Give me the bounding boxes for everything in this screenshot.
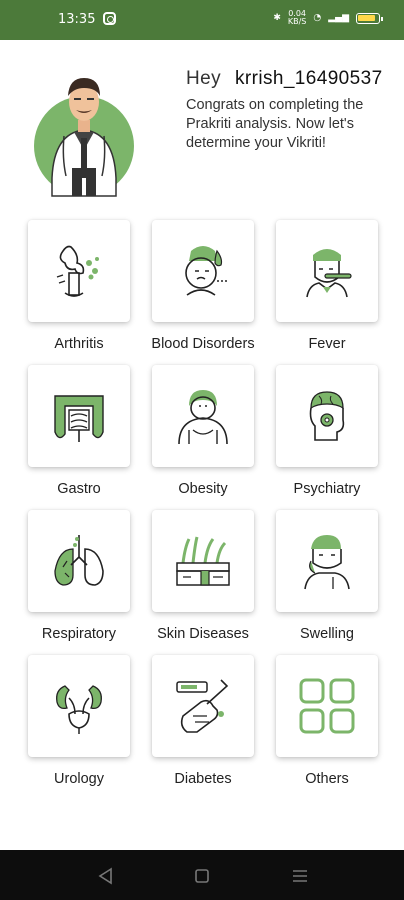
back-icon[interactable] bbox=[96, 866, 116, 886]
greeting-hey: Hey bbox=[186, 68, 221, 89]
category-label: Urology bbox=[54, 771, 104, 787]
category-label: Arthritis bbox=[54, 336, 104, 352]
menu-icon[interactable] bbox=[290, 866, 310, 886]
network-speed: 0.04 KB/S bbox=[287, 9, 307, 26]
category-tile-skin-diseases[interactable] bbox=[152, 510, 254, 612]
status-icons: ✱ 0.04 KB/S ◔ ▂▄▆ bbox=[273, 9, 383, 26]
lungs-icon bbox=[54, 535, 104, 586]
category-tile-fever[interactable] bbox=[276, 220, 378, 322]
joint-icon bbox=[56, 245, 99, 297]
category-tile-diabetes[interactable] bbox=[152, 655, 254, 757]
system-nav-bar bbox=[0, 850, 404, 900]
greeting: Hey krrish_16490537 bbox=[186, 68, 383, 90]
swollen-face-icon bbox=[304, 535, 350, 590]
kidneys-icon bbox=[56, 685, 102, 734]
greeting-message: Congrats on completing the Prakriti anal… bbox=[186, 97, 364, 151]
category-label: Gastro bbox=[57, 481, 101, 497]
brain-head-icon bbox=[309, 391, 345, 441]
blood-drop-icon bbox=[185, 246, 229, 296]
category-label: Psychiatry bbox=[293, 481, 361, 497]
grid-icon bbox=[299, 678, 355, 734]
category-tile-blood-disorders[interactable] bbox=[152, 220, 254, 322]
skin-icon bbox=[176, 536, 230, 586]
signal-icon: ▂▄▆ bbox=[328, 13, 349, 23]
category-tile-others[interactable] bbox=[276, 655, 378, 757]
bluetooth-icon: ✱ bbox=[273, 13, 281, 23]
username: krrish_16490537 bbox=[235, 68, 383, 89]
instagram-icon bbox=[103, 12, 116, 25]
wifi-icon: ◔ bbox=[313, 13, 322, 23]
category-label: Diabetes bbox=[174, 771, 232, 787]
category-tile-gastro[interactable] bbox=[28, 365, 130, 467]
category-label: Blood Disorders bbox=[151, 336, 255, 352]
category-label: Swelling bbox=[300, 626, 354, 642]
category-tile-arthritis[interactable] bbox=[28, 220, 130, 322]
glucose-meter-icon bbox=[176, 679, 229, 733]
category-label: Respiratory bbox=[41, 626, 117, 642]
home-icon[interactable] bbox=[192, 866, 212, 886]
intestine-icon bbox=[54, 395, 104, 442]
category-tile-psychiatry[interactable] bbox=[276, 365, 378, 467]
category-tile-urology[interactable] bbox=[28, 655, 130, 757]
battery-icon bbox=[356, 12, 383, 24]
category-tile-swelling[interactable] bbox=[276, 510, 378, 612]
doctor-avatar bbox=[34, 58, 134, 198]
category-label: Others bbox=[305, 771, 349, 787]
status-time: 13:35 bbox=[58, 12, 96, 27]
obesity-icon bbox=[178, 390, 228, 445]
status-bar: 13:35 ✱ 0.04 KB/S ◔ ▂▄▆ bbox=[0, 0, 404, 40]
thermometer-icon bbox=[306, 249, 352, 298]
category-label: Fever bbox=[308, 336, 346, 352]
category-tile-obesity[interactable] bbox=[152, 365, 254, 467]
category-label: Skin Diseases bbox=[157, 626, 249, 642]
category-label: Obesity bbox=[178, 481, 228, 497]
category-tile-respiratory[interactable] bbox=[28, 510, 130, 612]
